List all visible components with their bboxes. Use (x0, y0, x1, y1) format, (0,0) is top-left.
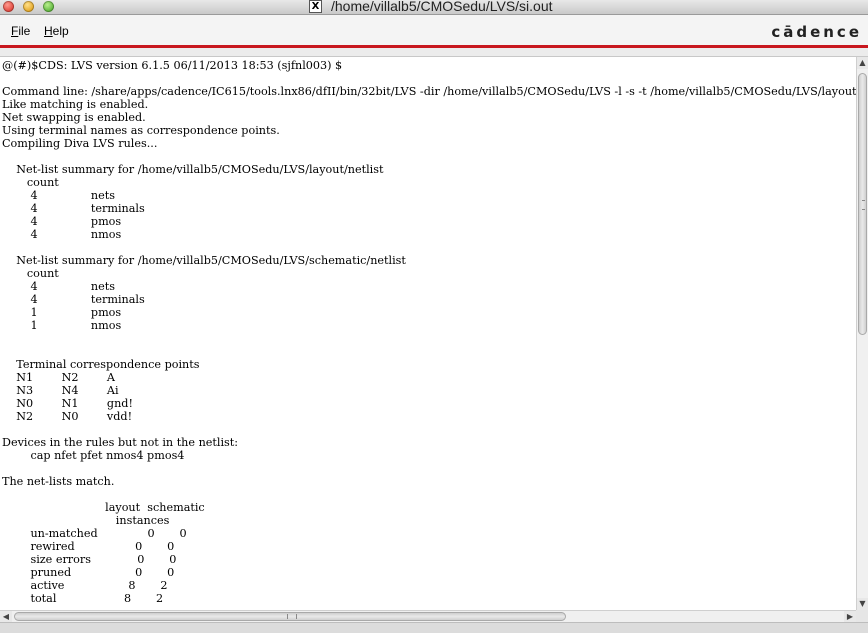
scroll-left-arrow-icon[interactable]: ◀ (0, 611, 12, 622)
window-bottom-edge (0, 622, 868, 633)
cadence-logo: cādence (771, 23, 862, 41)
divider (0, 48, 868, 57)
zoom-window-icon[interactable] (43, 1, 54, 12)
menu-bar: File Help cādence (0, 15, 868, 45)
menu-file[interactable]: File (11, 24, 30, 38)
grip-icon (287, 614, 297, 619)
lvs-output-text: @(#)$CDS: LVS version 6.1.5 06/11/2013 1… (2, 59, 856, 605)
grip-icon (862, 200, 865, 210)
menu-help-mnemonic: H (44, 24, 53, 38)
menu-help-label: elp (52, 24, 69, 38)
horizontal-scroll-thumb[interactable] (14, 612, 566, 621)
scrollbar-corner (856, 610, 868, 622)
scroll-down-arrow-icon[interactable]: ▼ (857, 598, 868, 610)
close-window-icon[interactable] (3, 1, 14, 12)
minimize-window-icon[interactable] (23, 1, 34, 12)
scroll-right-arrow-icon[interactable]: ▶ (844, 611, 856, 622)
x11-icon: X (309, 0, 322, 13)
vertical-scroll-thumb[interactable] (858, 73, 867, 335)
horizontal-scrollbar[interactable]: ◀ ▶ (0, 610, 856, 622)
title-bar: X /home/villalb5/CMOSedu/LVS/si.out (0, 0, 868, 15)
menu-help[interactable]: Help (44, 24, 69, 38)
menu-file-label: ile (18, 24, 31, 38)
vertical-scrollbar[interactable]: ▲ ▼ (856, 57, 868, 610)
output-viewer[interactable]: @(#)$CDS: LVS version 6.1.5 06/11/2013 1… (0, 57, 856, 610)
scroll-up-arrow-icon[interactable]: ▲ (857, 57, 868, 69)
window-title: /home/villalb5/CMOSedu/LVS/si.out (331, 0, 553, 14)
